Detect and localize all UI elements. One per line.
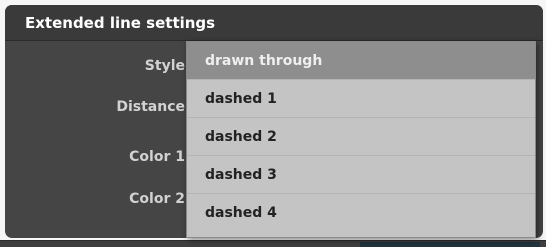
- bottom-accent-bar: [360, 242, 540, 247]
- bottom-panel-edge: [0, 240, 546, 247]
- color-1-label: Color 1: [129, 149, 185, 165]
- color-2-label: Color 2: [129, 191, 185, 207]
- dropdown-option-dashed-2[interactable]: dashed 2: [187, 118, 535, 156]
- dropdown-option-dashed-4[interactable]: dashed 4: [187, 194, 535, 232]
- dropdown-option-dashed-3[interactable]: dashed 3: [187, 156, 535, 194]
- dropdown-option-dashed-1[interactable]: dashed 1: [187, 80, 535, 118]
- distance-label: Distance: [116, 99, 185, 115]
- panel-title: Extended line settings: [5, 5, 543, 41]
- style-label: Style: [144, 58, 185, 74]
- settings-window: Extended line settings Style Distance Co…: [0, 0, 546, 247]
- style-dropdown-list[interactable]: drawn through dashed 1 dashed 2 dashed 3…: [186, 41, 536, 238]
- dropdown-option-drawn-through[interactable]: drawn through: [187, 42, 535, 80]
